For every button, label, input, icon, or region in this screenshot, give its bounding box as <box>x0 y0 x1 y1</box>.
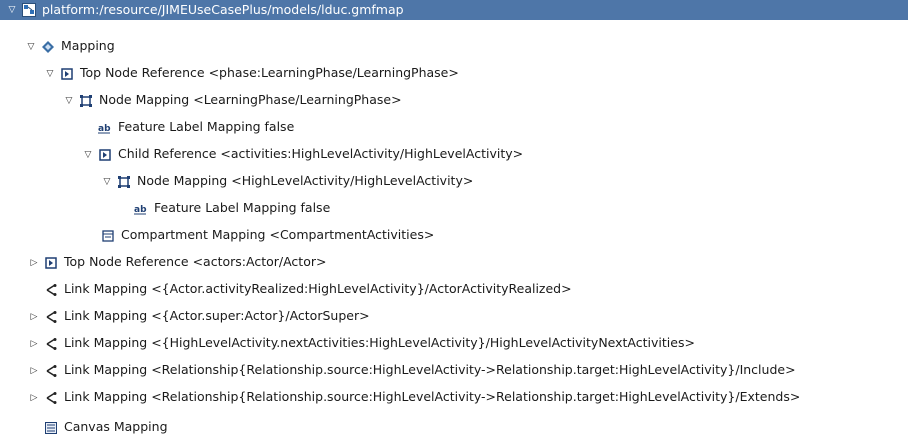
expand-toggle-collapsed-icon[interactable]: ▷ <box>28 338 40 350</box>
tree-item-feature-label-mapping[interactable]: ab Feature Label Mapping false <box>0 195 908 222</box>
tree-item-feature-label-mapping[interactable]: ab Feature Label Mapping false <box>0 114 908 141</box>
child-reference-icon <box>98 148 112 162</box>
tree-item-compartment-mapping[interactable]: Compartment Mapping <CompartmentActiviti… <box>0 222 908 249</box>
tree-item-top-node-reference-phase[interactable]: ▽ Top Node Reference <phase:LearningPhas… <box>0 60 908 87</box>
expand-toggle-expanded-icon[interactable]: ▽ <box>6 4 18 16</box>
expand-toggle-expanded-icon[interactable]: ▽ <box>101 176 113 188</box>
tree-item-mapping[interactable]: ▽ Mapping <box>0 33 908 60</box>
tree-item-label: Link Mapping <Relationship{Relationship.… <box>64 389 801 405</box>
expand-toggle-collapsed-icon[interactable]: ▷ <box>28 311 40 323</box>
tree-item-label: Top Node Reference <actors:Actor/Actor> <box>64 254 327 270</box>
tree-item-label: Feature Label Mapping false <box>118 119 295 135</box>
tree-item-root[interactable]: ▽ platform:/resource/JIMEUseCasePlus/mod… <box>0 0 908 20</box>
tree-item-link-mapping[interactable]: ▷ Link Mapping <{HighLevelActivity.nextA… <box>0 330 908 357</box>
tree-item-node-mapping-learningphase[interactable]: ▽ Node Mapping <LearningPhase/LearningPh… <box>0 87 908 114</box>
tree-item-top-node-reference-actors[interactable]: ▷ Top Node Reference <actors:Actor/Actor… <box>0 249 908 276</box>
gmfmap-file-icon <box>22 3 36 17</box>
top-node-reference-icon <box>44 256 58 270</box>
tree-item-label: Mapping <box>61 38 115 54</box>
tree-item-canvas-mapping[interactable]: Canvas Mapping <box>0 414 908 441</box>
gmfmap-tree-view: ▽ platform:/resource/JIMEUseCasePlus/mod… <box>0 0 908 441</box>
mapping-icon <box>41 40 55 54</box>
node-mapping-icon <box>117 175 131 189</box>
tree-item-link-mapping[interactable]: Link Mapping <{Actor.activityRealized:Hi… <box>0 276 908 303</box>
tree-item-label: Feature Label Mapping false <box>154 200 331 216</box>
tree-item-link-mapping[interactable]: ▷ Link Mapping <Relationship{Relationshi… <box>0 384 908 411</box>
tree-item-link-mapping[interactable]: ▷ Link Mapping <Relationship{Relationshi… <box>0 357 908 384</box>
tree-item-label: Canvas Mapping <box>64 419 168 435</box>
link-mapping-icon <box>44 391 58 405</box>
tree-item-label: Link Mapping <Relationship{Relationship.… <box>64 362 796 378</box>
top-node-reference-icon <box>60 67 74 81</box>
tree-item-node-mapping-highlevelactivity[interactable]: ▽ Node Mapping <HighLevelActivity/HighLe… <box>0 168 908 195</box>
tree-item-label: Link Mapping <{HighLevelActivity.nextAct… <box>64 335 695 351</box>
link-mapping-icon <box>44 283 58 297</box>
tree-item-child-reference[interactable]: ▽ Child Reference <activities:HighLevelA… <box>0 141 908 168</box>
tree-item-link-mapping[interactable]: ▷ Link Mapping <{Actor.super:Actor}/Acto… <box>0 303 908 330</box>
link-mapping-icon <box>44 310 58 324</box>
expand-toggle-collapsed-icon[interactable]: ▷ <box>28 365 40 377</box>
tree-item-label: Node Mapping <HighLevelActivity/HighLeve… <box>137 173 474 189</box>
feature-label-icon: ab <box>98 121 112 135</box>
expand-toggle-expanded-icon[interactable]: ▽ <box>63 95 75 107</box>
tree-item-label: Link Mapping <{Actor.activityRealized:Hi… <box>64 281 572 297</box>
compartment-icon <box>101 229 115 243</box>
node-mapping-icon <box>79 94 93 108</box>
tree-item-label: Node Mapping <LearningPhase/LearningPhas… <box>99 92 402 108</box>
expand-toggle-expanded-icon[interactable]: ▽ <box>25 41 37 53</box>
feature-label-icon: ab <box>134 202 148 216</box>
canvas-mapping-icon <box>44 421 58 435</box>
tree-item-label: Child Reference <activities:HighLevelAct… <box>118 146 524 162</box>
link-mapping-icon <box>44 337 58 351</box>
tree-item-label: Compartment Mapping <CompartmentActiviti… <box>121 227 435 243</box>
expand-toggle-expanded-icon[interactable]: ▽ <box>82 149 94 161</box>
tree-item-label: Top Node Reference <phase:LearningPhase/… <box>80 65 459 81</box>
tree-item-label: Link Mapping <{Actor.super:Actor}/ActorS… <box>64 308 370 324</box>
expand-toggle-collapsed-icon[interactable]: ▷ <box>28 257 40 269</box>
tree-item-label: platform:/resource/JIMEUseCasePlus/model… <box>42 1 404 17</box>
expand-toggle-collapsed-icon[interactable]: ▷ <box>28 392 40 404</box>
expand-toggle-expanded-icon[interactable]: ▽ <box>44 68 56 80</box>
link-mapping-icon <box>44 364 58 378</box>
